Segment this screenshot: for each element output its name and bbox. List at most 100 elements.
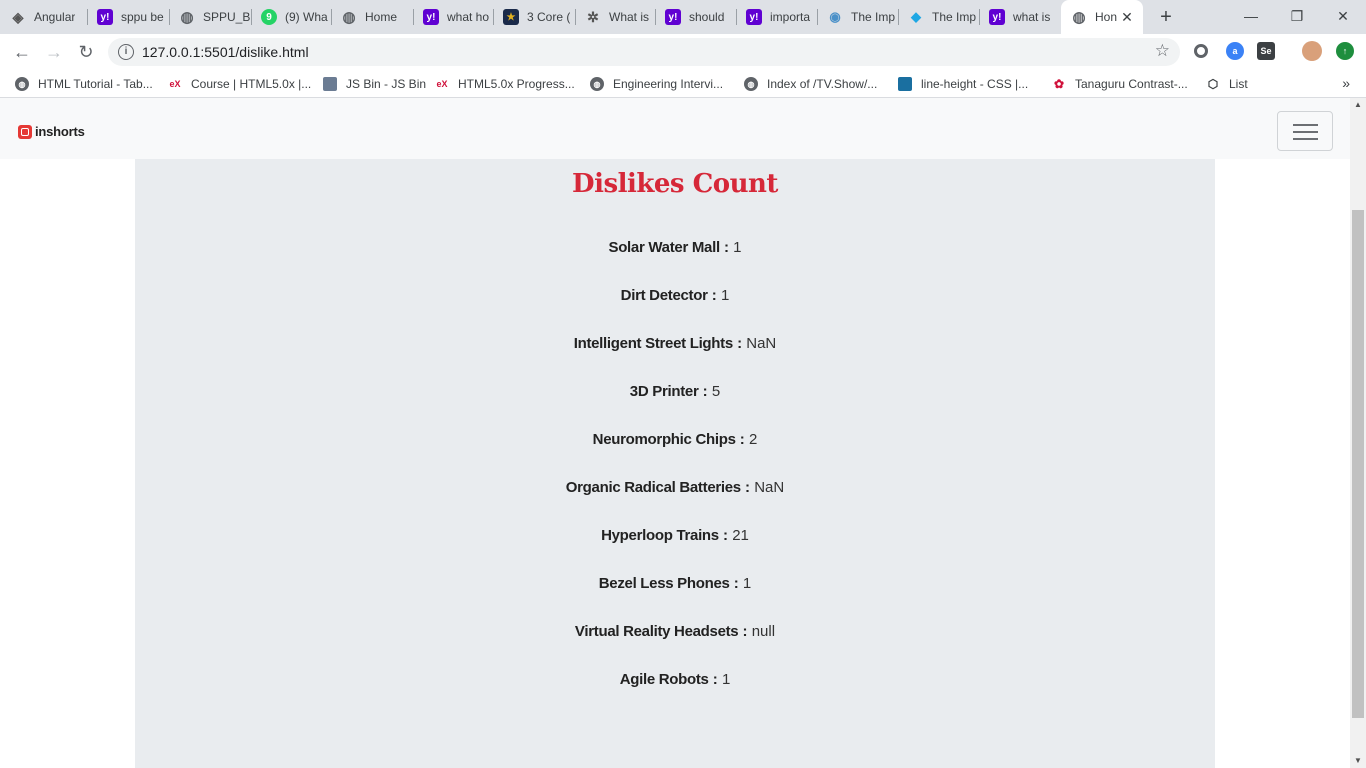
mdn-icon: [898, 77, 912, 91]
tab-title: SPPU_B: [203, 10, 251, 24]
tab[interactable]: ◍ SPPU_B: [169, 0, 251, 34]
bookmark-label: Engineering Intervi...: [613, 77, 724, 91]
tab[interactable]: ◉ The Imp: [817, 0, 898, 34]
tab-active[interactable]: ◍ Hon ✕: [1061, 0, 1143, 34]
extension-icon[interactable]: a: [1226, 42, 1244, 60]
info-icon[interactable]: i: [118, 44, 134, 60]
tab[interactable]: y! what ho: [413, 0, 493, 34]
item-count: 1: [733, 239, 742, 256]
bookmark-item[interactable]: eX HTML5.0x Progress...: [435, 76, 574, 92]
page-viewport: inshorts Dislikes Count Solar Water Mall…: [0, 98, 1350, 768]
minimize-button[interactable]: —: [1228, 0, 1274, 32]
bookmark-label: HTML Tutorial - Tab...: [38, 77, 153, 91]
site-logo[interactable]: inshorts: [18, 124, 85, 139]
selenium-extension-icon[interactable]: Se: [1257, 42, 1275, 60]
scroll-down-arrow-icon[interactable]: ▼: [1350, 754, 1366, 768]
item-count: 1: [721, 671, 731, 688]
bookmark-item[interactable]: ◍ Index of /TV.Show/...: [744, 76, 877, 92]
back-button[interactable]: ←: [10, 40, 34, 64]
browser-toolbar: ← → ↻ i 127.0.0.1:5501/dislike.html ☆ a …: [0, 34, 1366, 70]
profile-avatar[interactable]: [1302, 41, 1322, 61]
edx-icon: eX: [169, 79, 181, 89]
bookmark-label: line-height - CSS |...: [921, 77, 1029, 91]
update-icon[interactable]: ↑: [1336, 42, 1354, 60]
dislike-item: 3D Printer : 5: [135, 383, 1215, 400]
bookmark-item[interactable]: ◍ Engineering Intervi...: [590, 76, 723, 92]
item-name: Agile Robots: [619, 671, 709, 688]
yahoo-icon: y!: [423, 9, 439, 25]
yahoo-icon: y!: [665, 9, 681, 25]
bookmark-item[interactable]: ✿ Tanaguru Contrast-...: [1052, 76, 1188, 92]
diamond-icon: ◆: [911, 9, 921, 24]
close-window-button[interactable]: ✕: [1320, 0, 1366, 32]
bookmark-item[interactable]: line-height - CSS |...: [898, 76, 1028, 92]
item-count: NaN: [746, 335, 777, 352]
dislike-item: Hyperloop Trains : 21: [135, 527, 1215, 544]
tab[interactable]: y! should: [655, 0, 736, 34]
item-name: Neuromorphic Chips: [592, 431, 736, 448]
tab[interactable]: ★ 3 Core (: [493, 0, 575, 34]
extension-icon[interactable]: [1194, 44, 1208, 58]
item-name: Virtual Reality Headsets: [574, 623, 739, 640]
bookmark-item[interactable]: eX Course | HTML5.0x |...: [168, 76, 311, 92]
more-bookmarks-button[interactable]: »: [1342, 75, 1350, 91]
inshorts-logo-icon: [18, 124, 32, 139]
tab[interactable]: ◍ Home: [331, 0, 413, 34]
close-tab-icon[interactable]: ✕: [1119, 9, 1135, 25]
tab-title: what is: [1013, 10, 1051, 24]
bookmark-item[interactable]: ⬡ List: [1206, 76, 1248, 92]
reload-button[interactable]: ↻: [74, 40, 98, 64]
item-separator: :: [745, 479, 751, 496]
tanaguru-icon: ✿: [1053, 77, 1065, 91]
vertical-scrollbar[interactable]: ▲ ▼: [1350, 98, 1366, 768]
item-separator: :: [739, 431, 745, 448]
tab[interactable]: y! sppu be: [87, 0, 169, 34]
item-name: Organic Radical Batteries: [565, 479, 741, 496]
forward-button[interactable]: →: [42, 40, 66, 64]
item-count: 5: [711, 383, 721, 400]
item-name: Solar Water Mall: [608, 239, 720, 256]
codepen-icon: ⬡: [1207, 77, 1219, 91]
item-count: 21: [732, 527, 749, 544]
tab[interactable]: y! importa: [736, 0, 817, 34]
item-name: Intelligent Street Lights: [573, 335, 733, 352]
globe-icon: ◍: [744, 77, 758, 91]
bookmark-star-icon[interactable]: ☆: [1155, 41, 1170, 61]
yahoo-icon: y!: [989, 9, 1005, 25]
tab[interactable]: 9 (9) Wha: [251, 0, 331, 34]
tab[interactable]: ◆ The Imp: [898, 0, 979, 34]
scroll-up-arrow-icon[interactable]: ▲: [1350, 98, 1366, 112]
tab-title: The Imp: [932, 10, 977, 24]
url-text[interactable]: 127.0.0.1:5501/dislike.html: [142, 44, 309, 60]
dislike-item: Solar Water Mall : 1: [135, 239, 1215, 256]
hamburger-line: [1293, 138, 1318, 140]
address-bar[interactable]: i 127.0.0.1:5501/dislike.html ☆: [108, 38, 1180, 66]
tab-title: what ho: [447, 10, 490, 24]
item-separator: :: [733, 575, 739, 592]
bookmark-label: JS Bin - JS Bin: [346, 77, 427, 91]
angular-icon: ◈: [12, 8, 24, 25]
tab[interactable]: ✲ What is: [575, 0, 655, 34]
scrollbar-thumb[interactable]: [1352, 210, 1364, 718]
dislike-item: Agile Robots : 1: [135, 671, 1215, 688]
tab-title: sppu be: [121, 10, 164, 24]
item-name: Dirt Detector: [620, 287, 708, 304]
item-separator: :: [737, 335, 743, 352]
new-tab-button[interactable]: +: [1155, 6, 1177, 28]
globe-icon: ◍: [1072, 9, 1086, 26]
tab[interactable]: ◈ Angular: [0, 0, 86, 34]
bookmark-label: Course | HTML5.0x |...: [191, 77, 312, 91]
tab-title: What is: [609, 10, 650, 24]
site-navbar: inshorts: [0, 98, 1350, 159]
tab[interactable]: y! what is: [979, 0, 1060, 34]
restore-button[interactable]: ❐: [1274, 0, 1320, 32]
item-count: NaN: [754, 479, 785, 496]
globe-icon: ◍: [342, 9, 356, 26]
bookmark-item[interactable]: JS Bin - JS Bin: [323, 76, 426, 92]
logo-text: inshorts: [35, 124, 85, 139]
globe-icon: ◍: [180, 9, 194, 26]
menu-toggle-button[interactable]: [1277, 111, 1333, 151]
tab-title: Hon: [1095, 10, 1118, 24]
jsbin-icon: [323, 77, 337, 91]
bookmark-item[interactable]: ◍ HTML Tutorial - Tab...: [15, 76, 153, 92]
